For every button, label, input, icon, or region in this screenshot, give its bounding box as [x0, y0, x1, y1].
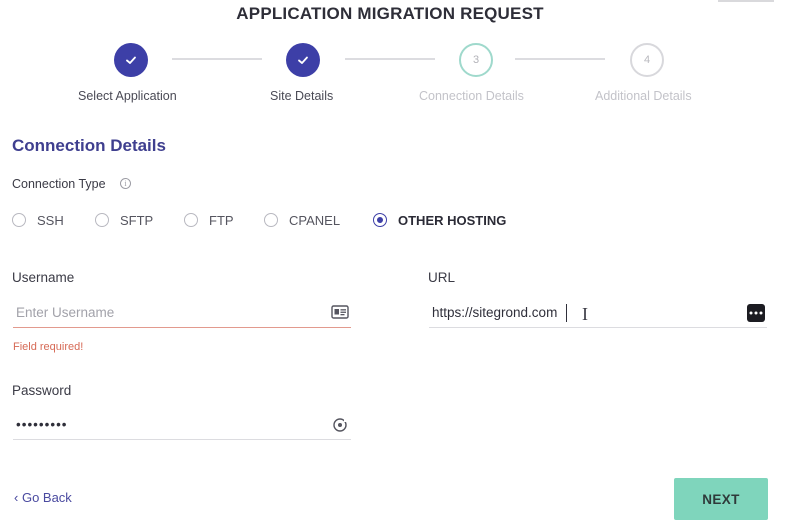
radio-label: FTP	[209, 212, 234, 228]
reveal-password-icon[interactable]	[330, 415, 350, 435]
radio-button[interactable]	[12, 213, 26, 227]
url-label: URL	[428, 270, 456, 285]
radio-option-cpanel[interactable]: CPANEL	[264, 211, 340, 229]
step-1-label: Select Application	[78, 89, 177, 103]
step-connector	[345, 58, 435, 60]
radio-button[interactable]	[95, 213, 109, 227]
username-error-message: Field required!	[13, 341, 84, 353]
username-input[interactable]	[13, 298, 351, 328]
password-label: Password	[12, 383, 72, 398]
radio-option-ssh[interactable]: SSH	[12, 211, 64, 229]
step-4-label: Additional Details	[595, 89, 692, 103]
next-button[interactable]: NEXT	[674, 478, 768, 520]
check-icon	[298, 56, 308, 64]
page-title: APPLICATION MIGRATION REQUEST	[236, 4, 544, 23]
step-3-number: 3	[472, 54, 480, 66]
password-input[interactable]	[13, 410, 351, 440]
radio-option-ftp[interactable]: FTP	[184, 211, 234, 229]
radio-label: CPANEL	[289, 212, 341, 228]
id-card-icon	[329, 303, 351, 321]
step-connector	[172, 58, 262, 60]
section-title: Connection Details	[12, 136, 166, 155]
radio-label: SSH	[37, 212, 64, 228]
ibeam-cursor-icon: I	[582, 304, 588, 324]
radio-button-selected[interactable]	[373, 213, 387, 227]
step-connector	[515, 58, 605, 60]
radio-button[interactable]	[184, 213, 198, 227]
step-2-circle[interactable]	[286, 43, 320, 77]
step-3-label: Connection Details	[419, 89, 524, 103]
text-caret	[566, 304, 567, 322]
username-label: Username	[12, 270, 75, 285]
go-back-label: Go Back	[21, 490, 72, 505]
more-icon[interactable]	[747, 304, 765, 322]
step-1-circle[interactable]	[114, 43, 148, 77]
top-right-edge	[718, 0, 774, 2]
go-back-link[interactable]: ‹ Go Back	[14, 490, 72, 505]
step-4-circle: 4	[630, 43, 664, 77]
info-icon[interactable]: i	[120, 178, 131, 189]
radio-label: SFTP	[120, 212, 154, 228]
step-2-label: Site Details	[270, 89, 334, 103]
radio-label: OTHER HOSTING	[398, 212, 507, 228]
step-3-circle: 3	[459, 43, 493, 77]
check-icon	[126, 56, 136, 64]
step-4-number: 4	[643, 54, 651, 66]
radio-option-sftp[interactable]: SFTP	[95, 211, 153, 229]
radio-button[interactable]	[264, 213, 278, 227]
connection-type-label: Connection Type	[12, 177, 106, 191]
chevron-left-icon: ‹	[14, 490, 22, 505]
url-input[interactable]	[429, 298, 767, 328]
radio-option-other-hosting[interactable]: OTHER HOSTING	[373, 211, 506, 229]
